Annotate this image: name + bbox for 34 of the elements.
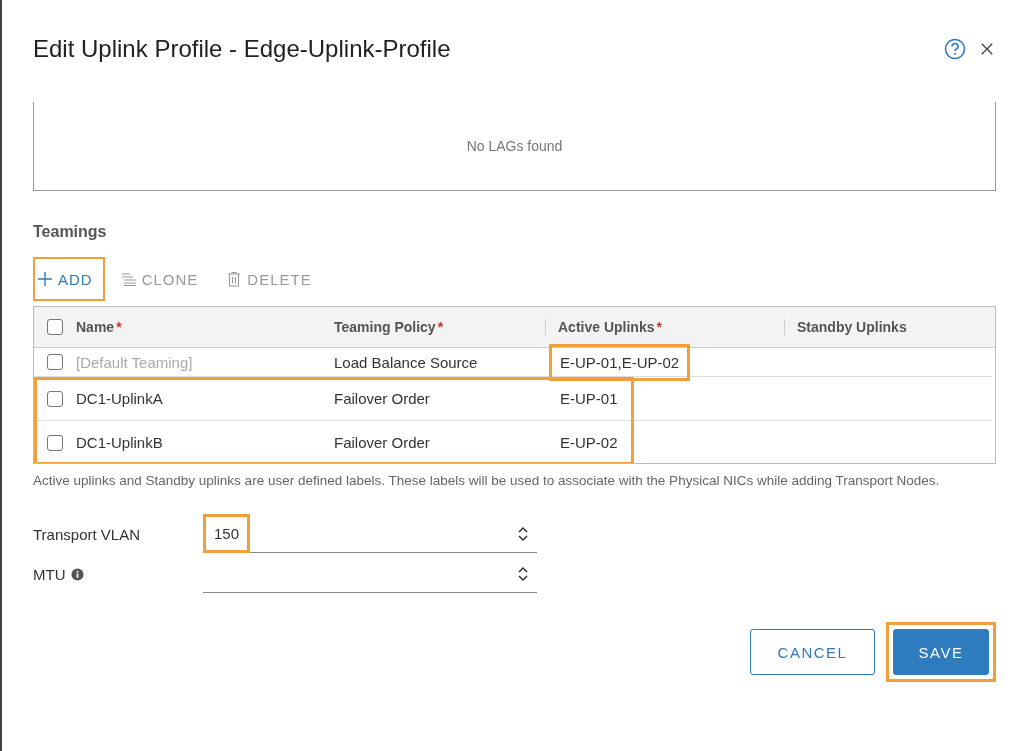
table-cell-text: Load Balance Source [334, 353, 479, 371]
save-button[interactable]: SAVE [893, 629, 989, 675]
plus-icon [37, 271, 53, 287]
cancel-button[interactable]: CANCEL [750, 629, 875, 675]
table-cell-text: [Default Teaming] [76, 353, 194, 371]
close-icon[interactable] [980, 42, 994, 56]
column-header: Standby Uplinks [784, 319, 995, 335]
section-heading: Teamings [33, 223, 108, 241]
column-header: Name* [76, 319, 123, 335]
table-cell: E-UP-01,E-UP-02 [549, 343, 691, 381]
table-cell-text: E-UP-01 [559, 389, 619, 409]
table-cell-text: DC1-UplinkB [76, 434, 164, 451]
help-icon[interactable] [944, 38, 966, 60]
trash-icon [226, 271, 243, 287]
info-icon [70, 567, 84, 581]
field-label: MTU [33, 565, 66, 583]
help-text: Active uplinks and Standby uplinks are user defined labels. These labels will be used to associate with the Physical NICs while adding Transport Nodes. [33, 472, 941, 490]
column-header: Active Uplinks* [545, 319, 784, 335]
table-cell-text: Failover Order [334, 390, 431, 407]
stepper-icon[interactable] [517, 524, 529, 543]
number-field[interactable]: 150 [203, 515, 537, 553]
field-label: Transport VLAN [33, 525, 140, 543]
stepper-icon[interactable] [517, 564, 529, 583]
table-cell-text: E-UP-02 [559, 433, 619, 453]
table-cell-text: DC1-UplinkA [76, 390, 164, 407]
lines-icon [120, 271, 137, 287]
row-checkbox[interactable] [47, 434, 63, 451]
row-checkbox[interactable] [47, 390, 63, 407]
empty-message: No LAGs found [466, 138, 563, 154]
table-cell-text: Failover Order [334, 434, 431, 451]
add-button[interactable]: ADD [33, 257, 105, 301]
column-header: Teaming Policy* [334, 319, 445, 335]
select-all-checkbox[interactable] [47, 319, 63, 335]
dialog-title: Edit Uplink Profile - Edge-Uplink-Profile [33, 35, 452, 63]
